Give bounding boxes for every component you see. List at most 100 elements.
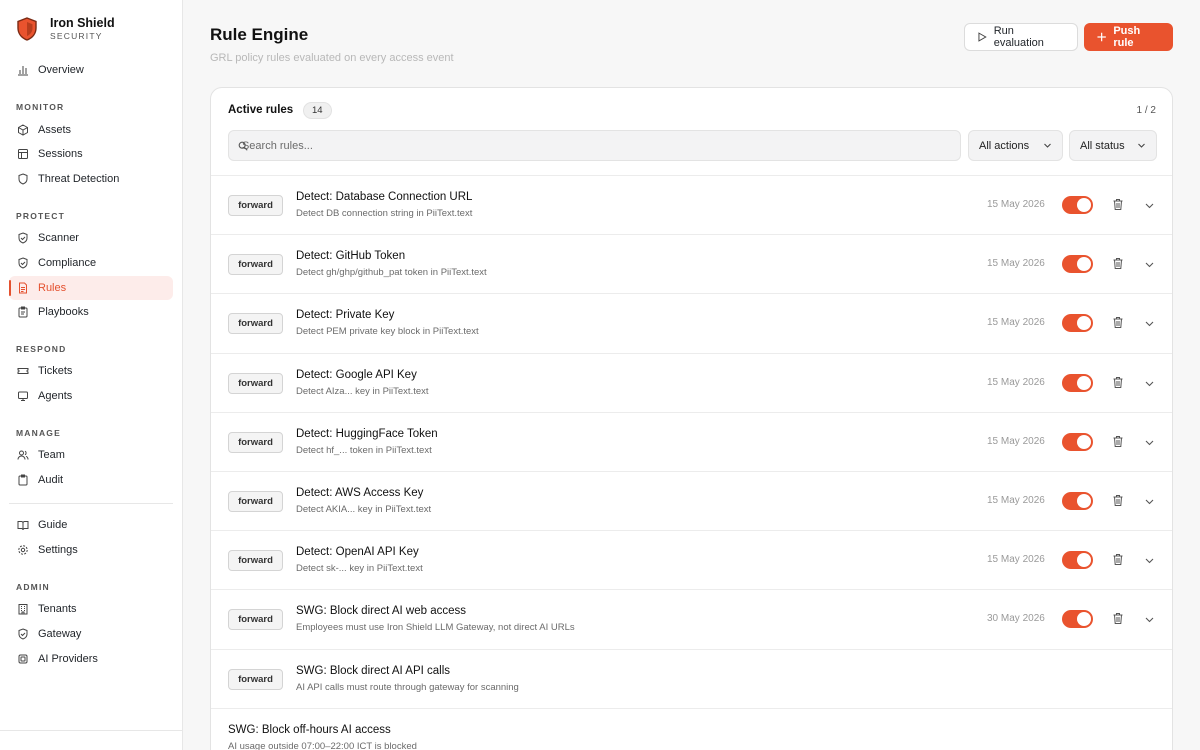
rule-name: Detect: Google API Key <box>296 368 417 381</box>
sidebar-item-gateway[interactable]: Gateway <box>9 622 173 646</box>
rule-description: AI API calls must route through gateway … <box>296 681 519 693</box>
clipboard-icon <box>18 474 28 486</box>
run-evaluation-button[interactable]: Run evaluation <box>964 23 1078 51</box>
sidebar-item-label: Team <box>38 449 65 461</box>
sidebar-item-tenants[interactable]: Tenants <box>9 597 173 621</box>
brand[interactable]: Iron Shield SECURITY <box>16 16 115 42</box>
chevron-down-icon[interactable] <box>1144 259 1155 270</box>
sidebar-item-overview[interactable]: Overview <box>9 58 173 82</box>
rule-name: SWG: Block off-hours AI access <box>228 723 391 736</box>
rule-description: Detect DB connection string in PiiText.t… <box>296 208 473 219</box>
trash-icon[interactable] <box>1112 316 1124 329</box>
rule-enabled-toggle[interactable] <box>1062 255 1093 274</box>
rule-row[interactable]: forward SWG: Block direct AI web access … <box>211 589 1172 648</box>
sidebar-item-compliance[interactable]: Compliance <box>9 251 173 275</box>
page-title: Rule Engine <box>210 25 309 44</box>
rule-enabled-toggle[interactable] <box>1062 373 1093 392</box>
chevron-down-icon <box>1138 143 1145 148</box>
rule-description: Detect PEM private key block in PiiText.… <box>296 326 479 338</box>
rule-row[interactable]: SWG: Block off-hours AI access AI usage … <box>211 707 1172 750</box>
trash-icon[interactable] <box>1112 435 1124 448</box>
chevron-down-icon[interactable] <box>1144 318 1155 329</box>
rule-enabled-toggle[interactable] <box>1062 491 1093 510</box>
sidebar-item-assets[interactable]: Assets <box>9 118 173 142</box>
rule-row[interactable]: forward Detect: HuggingFace Token Detect… <box>211 411 1172 471</box>
sidebar-item-label: Threat Detection <box>38 173 120 185</box>
brand-name: Iron Shield <box>50 16 115 30</box>
chevron-down-icon[interactable] <box>1144 614 1155 625</box>
section-admin: ADMIN <box>16 582 50 592</box>
shield-check-icon <box>18 257 28 269</box>
rule-enabled-toggle[interactable] <box>1062 196 1093 214</box>
status-filter-select[interactable]: All status <box>1069 130 1157 161</box>
section-protect: PROTECT <box>16 211 66 221</box>
rule-enabled-toggle[interactable] <box>1062 432 1093 451</box>
push-rule-label: Push rule <box>1113 25 1141 49</box>
sidebar-item-label: Playbooks <box>38 306 89 318</box>
section-respond: RESPOND <box>16 344 67 354</box>
search-box[interactable] <box>228 130 961 161</box>
chevron-down-icon[interactable] <box>1144 378 1155 389</box>
search-input[interactable] <box>241 139 960 152</box>
rule-row[interactable]: forward Detect: GitHub Token Detect gh/g… <box>211 234 1172 293</box>
chevron-down-icon[interactable] <box>1144 555 1155 566</box>
sidebar-item-agents[interactable]: Agents <box>9 384 173 408</box>
rules-list: forward Detect: Database Connection URL … <box>211 175 1172 750</box>
rule-row[interactable]: forward Detect: AWS Access Key Detect AK… <box>211 470 1172 530</box>
trash-icon[interactable] <box>1112 198 1124 211</box>
sidebar-item-tickets[interactable]: Tickets <box>9 359 173 383</box>
ticket-icon <box>17 368 29 374</box>
rule-name: Detect: GitHub Token <box>296 250 406 263</box>
action-badge: forward <box>228 372 283 394</box>
rule-description: Detect gh/ghp/github_pat token in PiiTex… <box>296 267 487 279</box>
rule-row[interactable]: forward SWG: Block direct AI API calls A… <box>211 648 1172 708</box>
rule-name: SWG: Block direct AI web access <box>296 605 467 618</box>
sidebar-item-label: Audit <box>38 474 64 486</box>
sidebar-item-team[interactable]: Team <box>9 443 173 467</box>
sidebar-item-settings[interactable]: Settings <box>9 538 173 562</box>
rule-description: Detect sk-... key in PiiText.text <box>296 563 423 575</box>
rule-name: Detect: AWS Access Key <box>296 486 424 499</box>
sidebar-item-scanner[interactable]: Scanner <box>9 226 173 250</box>
sidebar-item-label: Settings <box>38 544 78 556</box>
action-badge: forward <box>228 490 283 512</box>
page-subtitle: GRL policy rules evaluated on every acce… <box>210 52 454 64</box>
trash-icon[interactable] <box>1112 494 1124 507</box>
sidebar-item-audit[interactable]: Audit <box>9 468 173 492</box>
rule-row[interactable]: forward Detect: Database Connection URL … <box>211 175 1172 234</box>
rules-count-badge: 14 <box>303 102 332 119</box>
chevron-down-icon[interactable] <box>1144 496 1155 507</box>
chevron-down-icon[interactable] <box>1144 437 1155 448</box>
sidebar-item-guide[interactable]: Guide <box>9 513 173 537</box>
rule-enabled-toggle[interactable] <box>1062 314 1093 333</box>
sidebar-item-label: Tenants <box>38 603 77 615</box>
rule-row[interactable]: forward Detect: OpenAI API Key Detect sk… <box>211 530 1172 589</box>
rule-date: 15 May 2026 <box>987 317 1045 329</box>
sidebar-item-label: Agents <box>38 390 73 402</box>
action-badge: forward <box>228 609 283 631</box>
trash-icon[interactable] <box>1112 257 1124 270</box>
shield-logo-icon <box>17 17 37 41</box>
chip-icon <box>18 654 28 664</box>
rule-enabled-toggle[interactable] <box>1062 551 1093 570</box>
chevron-down-icon[interactable] <box>1144 200 1155 211</box>
trash-icon[interactable] <box>1112 376 1124 389</box>
section-manage: MANAGE <box>16 428 61 438</box>
trash-icon[interactable] <box>1112 553 1124 566</box>
rule-row[interactable]: forward Detect: Private Key Detect PEM p… <box>211 293 1172 352</box>
rule-row[interactable]: forward Detect: Google API Key Detect AI… <box>211 352 1172 412</box>
actions-filter-select[interactable]: All actions <box>968 130 1063 161</box>
sidebar-item-ai-providers[interactable]: AI Providers <box>9 647 173 671</box>
trash-icon[interactable] <box>1112 612 1124 625</box>
rule-name: Detect: Private Key <box>296 309 395 322</box>
sidebar-item-playbooks[interactable]: Playbooks <box>9 300 173 324</box>
rule-enabled-toggle[interactable] <box>1062 610 1093 629</box>
push-rule-button[interactable]: Push rule <box>1084 23 1173 51</box>
rule-date: 15 May 2026 <box>987 494 1045 506</box>
rule-date: 15 May 2026 <box>987 199 1045 210</box>
sidebar-item-rules[interactable]: Rules <box>9 276 173 300</box>
sidebar-item-threat-detection[interactable]: Threat Detection <box>9 167 173 191</box>
sidebar-item-sessions[interactable]: Sessions <box>9 142 173 166</box>
rule-name: Detect: Database Connection URL <box>296 191 473 203</box>
sidebar: Iron Shield SECURITY Overview MONITOR As… <box>0 0 183 750</box>
